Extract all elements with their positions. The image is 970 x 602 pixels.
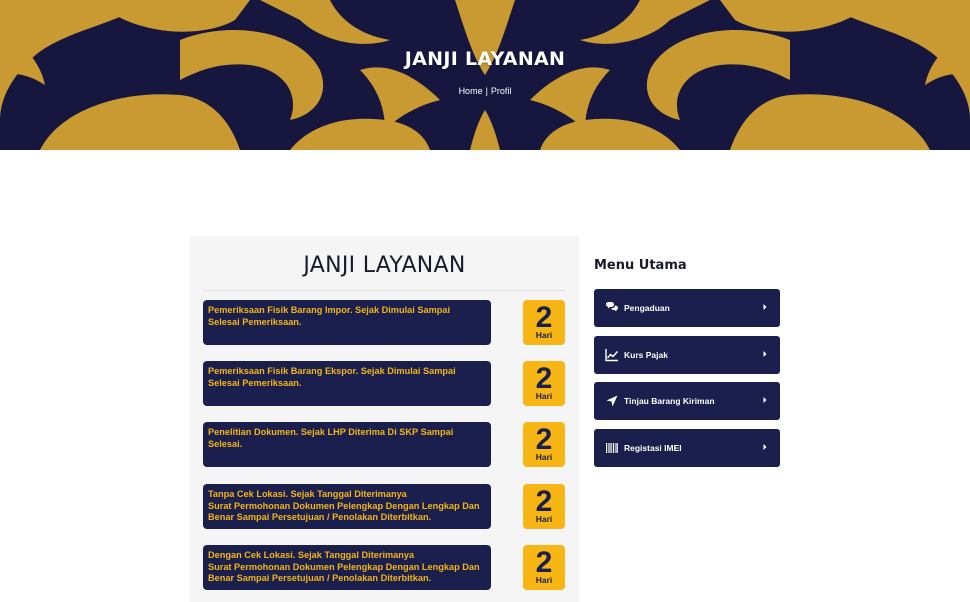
menu-item-label: Tinjau Barang Kiriman [624, 396, 715, 406]
chevron-right-icon [763, 351, 767, 357]
service-description: Tanpa Cek Lokasi. Sejak Tanggal Diterima… [203, 484, 491, 529]
day-unit: Hari [535, 452, 553, 462]
day-unit: Hari [535, 514, 553, 524]
ornament-pattern [0, 0, 970, 150]
service-row: Dengan Cek Lokasi. Sejak Tanggal Diterim… [203, 545, 565, 591]
menu-item-pengaduan[interactable]: Pengaduan [594, 289, 780, 327]
menu-item-label: Kurs Pajak [624, 350, 668, 360]
day-badge: 2 Hari [523, 545, 565, 590]
service-description: Pemeriksaan Fisik Barang Ekspor. Sejak D… [203, 361, 491, 406]
line-chart-icon [605, 349, 619, 362]
menu-item-kurs-pajak[interactable]: Kurs Pajak [594, 336, 780, 374]
hero-title: JANJI LAYANAN [404, 48, 566, 70]
page-title: JANJI LAYANAN [303, 253, 466, 278]
service-description: Penelitian Dokumen. Sejak LHP Diterima D… [203, 422, 491, 467]
title-divider [203, 290, 566, 291]
sidebar-title: Menu Utama [594, 258, 687, 273]
chevron-right-icon [763, 304, 767, 310]
menu-item-label: Registasi IMEI [624, 443, 682, 453]
day-unit: Hari [535, 391, 553, 401]
chevron-right-icon [763, 444, 767, 450]
breadcrumb: Home | Profil [0, 86, 970, 96]
day-unit: Hari [535, 575, 553, 585]
breadcrumb-current: Profil [490, 86, 512, 96]
service-promise-card: JANJI LAYANAN Pemeriksaan Fisik Barang I… [190, 236, 579, 602]
service-row: Tanpa Cek Lokasi. Sejak Tanggal Diterima… [203, 484, 565, 530]
service-row: Penelitian Dokumen. Sejak LHP Diterima D… [203, 422, 565, 468]
breadcrumb-separator: | [485, 86, 488, 96]
service-description: Dengan Cek Lokasi. Sejak Tanggal Diterim… [203, 545, 491, 590]
breadcrumb-home-link[interactable]: Home [459, 86, 483, 96]
service-description: Pemeriksaan Fisik Barang Impor. Sejak Di… [203, 300, 491, 345]
chat-bubbles-icon [606, 302, 618, 312]
menu-item-registasi-imei[interactable]: Registasi IMEI [594, 429, 780, 467]
day-badge: 2 Hari [523, 422, 565, 467]
service-row: Pemeriksaan Fisik Barang Impor. Sejak Di… [203, 300, 565, 346]
day-unit: Hari [535, 330, 553, 340]
day-badge: 2 Hari [523, 361, 565, 406]
barcode-icon [606, 443, 618, 453]
day-badge: 2 Hari [523, 484, 565, 529]
day-badge: 2 Hari [523, 300, 565, 345]
hero-banner: JANJI LAYANAN Home | Profil [0, 0, 970, 150]
chevron-right-icon [763, 397, 767, 403]
service-row: Pemeriksaan Fisik Barang Ekspor. Sejak D… [203, 361, 565, 407]
menu-item-label: Pengaduan [624, 303, 670, 313]
location-arrow-icon [606, 395, 618, 407]
menu-item-tinjau-barang-kiriman[interactable]: Tinjau Barang Kiriman [594, 382, 780, 420]
